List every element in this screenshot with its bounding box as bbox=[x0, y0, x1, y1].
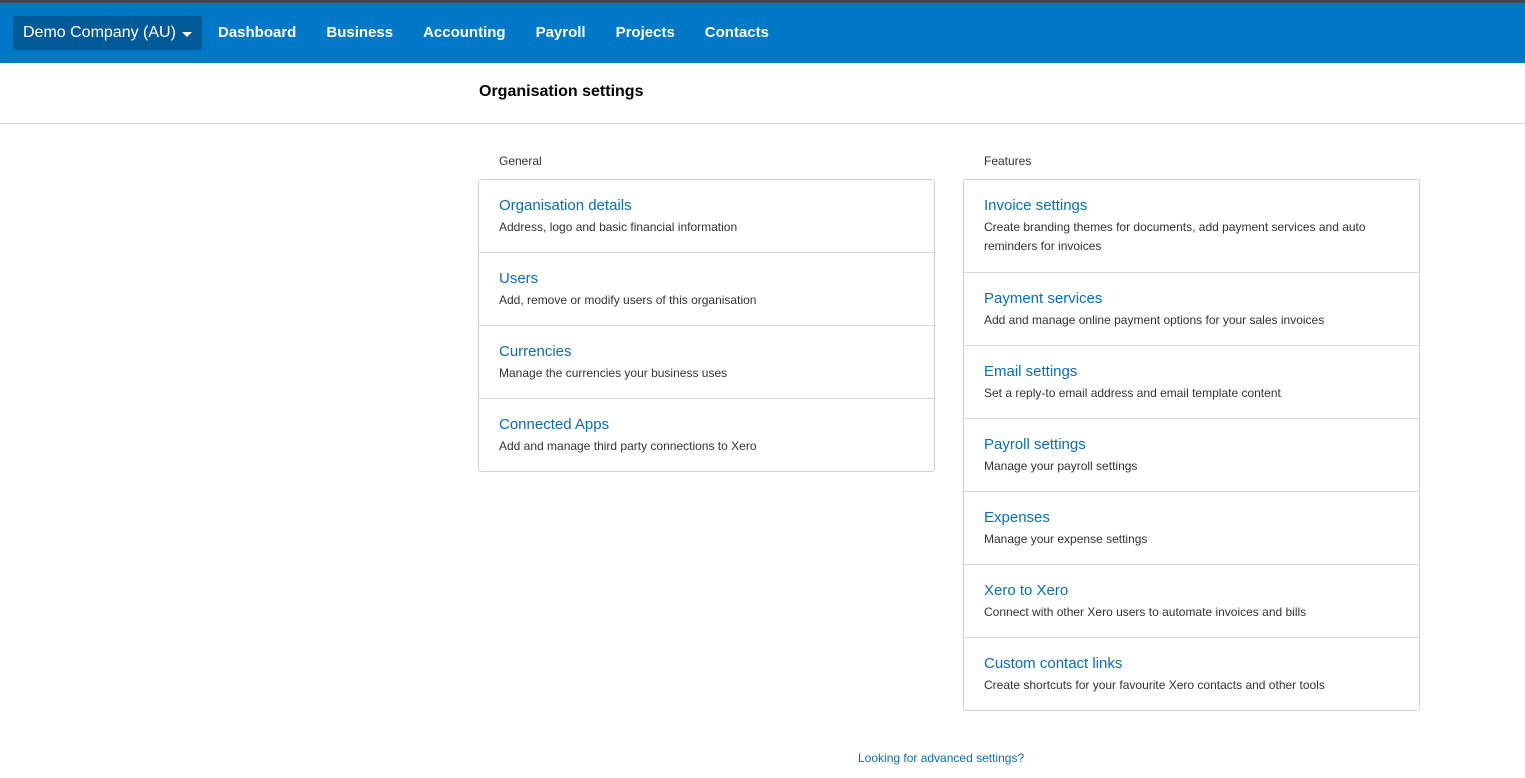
item-title[interactable]: Users bbox=[499, 270, 914, 288]
features-item-payroll-settings[interactable]: Payroll settings Manage your payroll set… bbox=[964, 419, 1419, 492]
nav-contacts[interactable]: Contacts bbox=[705, 3, 769, 63]
nav-business[interactable]: Business bbox=[326, 3, 393, 63]
features-item-custom-contact-links[interactable]: Custom contact links Create shortcuts fo… bbox=[964, 638, 1419, 710]
item-title[interactable]: Organisation details bbox=[499, 197, 914, 215]
organisation-switcher[interactable]: Demo Company (AU) bbox=[13, 16, 202, 50]
nav-accounting[interactable]: Accounting bbox=[423, 3, 506, 63]
item-description: Address, logo and basic financial inform… bbox=[499, 220, 738, 234]
features-section-label: Features bbox=[984, 154, 1032, 168]
general-section-label: General bbox=[499, 154, 542, 168]
advanced-settings-link[interactable]: Looking for advanced settings? bbox=[858, 751, 1024, 765]
item-title[interactable]: Payment services bbox=[984, 290, 1399, 308]
page-title: Organisation settings bbox=[479, 83, 644, 100]
item-description: Connect with other Xero users to automat… bbox=[984, 605, 1307, 619]
item-title[interactable]: Custom contact links bbox=[984, 655, 1399, 673]
main-nav: Dashboard Business Accounting Payroll Pr… bbox=[203, 3, 784, 63]
general-item-organisation-details[interactable]: Organisation details Address, logo and b… bbox=[479, 180, 934, 253]
page-header: Organisation settings bbox=[0, 63, 1525, 124]
item-description: Set a reply-to email address and email t… bbox=[984, 386, 1281, 400]
features-settings-card: Invoice settings Create branding themes … bbox=[963, 179, 1420, 711]
item-title[interactable]: Connected Apps bbox=[499, 416, 914, 434]
features-item-email-settings[interactable]: Email settings Set a reply-to email addr… bbox=[964, 346, 1419, 419]
item-title[interactable]: Expenses bbox=[984, 509, 1399, 527]
item-description: Add and manage online payment options fo… bbox=[984, 313, 1325, 327]
nav-projects[interactable]: Projects bbox=[616, 3, 675, 63]
organisation-name: Demo Company (AU) bbox=[23, 24, 176, 41]
general-settings-card: Organisation details Address, logo and b… bbox=[478, 179, 935, 472]
nav-payroll[interactable]: Payroll bbox=[536, 3, 586, 63]
general-item-users[interactable]: Users Add, remove or modify users of thi… bbox=[479, 253, 934, 326]
item-title[interactable]: Invoice settings bbox=[984, 197, 1399, 215]
item-description: Manage your expense settings bbox=[984, 532, 1148, 546]
item-title[interactable]: Email settings bbox=[984, 363, 1399, 381]
general-item-connected-apps[interactable]: Connected Apps Add and manage third part… bbox=[479, 399, 934, 471]
nav-dashboard[interactable]: Dashboard bbox=[218, 3, 296, 63]
features-item-payment-services[interactable]: Payment services Add and manage online p… bbox=[964, 273, 1419, 346]
item-description: Add, remove or modify users of this orga… bbox=[499, 293, 757, 307]
item-title[interactable]: Currencies bbox=[499, 343, 914, 361]
caret-down-icon bbox=[181, 31, 192, 37]
item-description: Create branding themes for documents, ad… bbox=[984, 220, 1366, 253]
item-description: Create shortcuts for your favourite Xero… bbox=[984, 678, 1325, 692]
item-description: Add and manage third party connections t… bbox=[499, 439, 757, 453]
features-item-invoice-settings[interactable]: Invoice settings Create branding themes … bbox=[964, 180, 1419, 273]
features-item-xero-to-xero[interactable]: Xero to Xero Connect with other Xero use… bbox=[964, 565, 1419, 638]
top-navigation-bar: Demo Company (AU) Dashboard Business Acc… bbox=[0, 0, 1525, 63]
features-item-expenses[interactable]: Expenses Manage your expense settings bbox=[964, 492, 1419, 565]
item-description: Manage your payroll settings bbox=[984, 459, 1138, 473]
general-item-currencies[interactable]: Currencies Manage the currencies your bu… bbox=[479, 326, 934, 399]
item-description: Manage the currencies your business uses bbox=[499, 366, 728, 380]
item-title[interactable]: Payroll settings bbox=[984, 436, 1399, 454]
item-title[interactable]: Xero to Xero bbox=[984, 582, 1399, 600]
